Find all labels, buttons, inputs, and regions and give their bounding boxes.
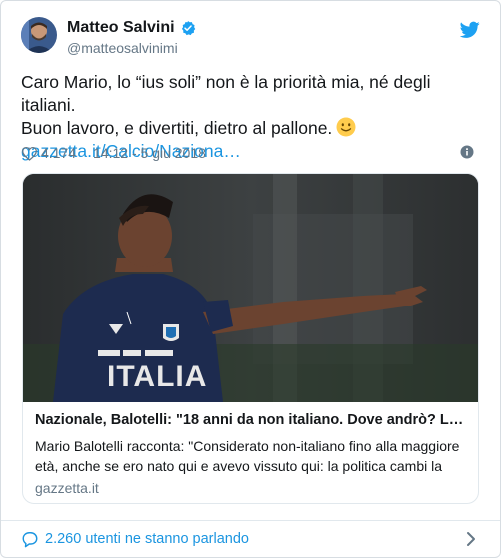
twitter-bird-icon[interactable] <box>460 21 480 39</box>
display-name[interactable]: Matteo Salvini <box>67 19 175 37</box>
footer-divider <box>1 520 500 521</box>
tweet-text-line2: Buon lavoro, e divertiti, dietro al pall… <box>21 118 333 138</box>
tweet-header: Matteo Salvini @matteosalvinimi <box>21 17 480 61</box>
tweet-meta: 4.174 14:12 - 5 giu 2018 <box>21 144 480 162</box>
verified-badge-icon <box>181 21 195 36</box>
author-handle[interactable]: @matteosalvinimi <box>67 40 196 56</box>
card-image-shirt-text: ITALIA <box>107 360 207 393</box>
author-names: Matteo Salvini @matteosalvinimi <box>67 19 196 56</box>
tweet-text-line1: Caro Mario, lo “ius soli” non è la prior… <box>21 72 431 115</box>
card-description: Mario Balotelli racconta: "Considerato n… <box>35 438 460 474</box>
name-row: Matteo Salvini <box>67 19 196 37</box>
card-domain: gazzetta.it <box>35 480 99 496</box>
reply-bubble-icon <box>22 531 38 547</box>
heart-icon[interactable] <box>21 146 38 161</box>
conversation-footer[interactable]: 2.260 utenti ne stanno parlando <box>21 529 480 549</box>
avatar[interactable] <box>21 17 57 53</box>
chevron-right-icon[interactable] <box>466 531 476 547</box>
info-icon[interactable] <box>460 145 474 159</box>
timestamp[interactable]: 14:12 - 5 giu 2018 <box>93 145 206 161</box>
link-card[interactable]: ITALIA Nazionale, Balotelli: "18 anni da… <box>22 173 479 504</box>
card-title[interactable]: Nazionale, Balotelli: "18 anni da non it… <box>35 412 467 428</box>
like-count[interactable]: 4.174 <box>41 145 76 161</box>
embedded-tweet: Matteo Salvini @matteosalvinimi Caro Mar… <box>0 0 501 558</box>
smiling-face-emoji-icon <box>336 117 356 137</box>
conversation-count-text[interactable]: 2.260 utenti ne stanno parlando <box>45 531 249 547</box>
card-image[interactable]: ITALIA <box>23 174 478 402</box>
